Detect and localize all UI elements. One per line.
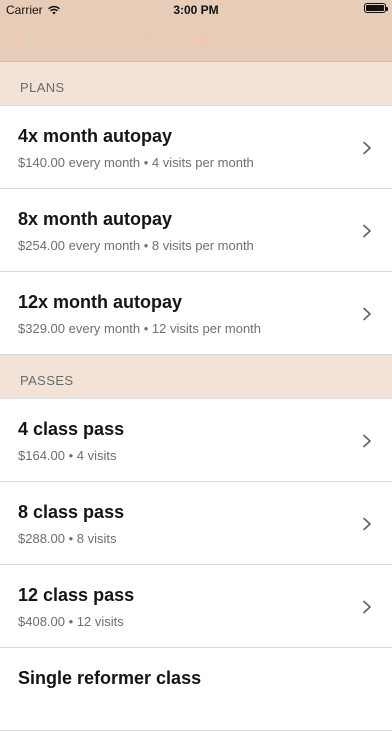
list-item[interactable]: 12x month autopay $329.00 every month • … <box>0 272 392 355</box>
item-subtitle: $140.00 every month • 4 visits per month <box>18 155 254 170</box>
list-item[interactable]: 4x month autopay $140.00 every month • 4… <box>0 106 392 189</box>
battery-icon <box>364 3 388 13</box>
item-title: 8 class pass <box>18 502 125 522</box>
item-subtitle: $329.00 every month • 12 visits per mont… <box>18 321 262 336</box>
battery-fill <box>366 5 384 11</box>
battery-indicator <box>364 3 388 13</box>
section-header-plans: PLANS <box>0 62 392 106</box>
chevron-right-icon <box>363 517 371 531</box>
item-subtitle: $164.00 • 4 visits <box>18 448 117 463</box>
page-title: Select a Plan or Pass <box>120 31 272 48</box>
item-subtitle: $254.00 every month • 8 visits per month <box>18 238 254 253</box>
list-item[interactable]: Single reformer class <box>0 648 392 731</box>
item-title: 12 class pass <box>18 585 135 605</box>
item-subtitle: $288.00 • 8 visits <box>18 531 117 546</box>
navigation-bar: Select a Plan or Pass <box>0 20 392 62</box>
item-subtitle: $408.00 • 12 visits <box>18 614 124 629</box>
plans-list: PLANS 4x month autopay $140.00 every mon… <box>0 62 392 731</box>
chevron-right-icon <box>363 600 371 614</box>
list-item[interactable]: 8x month autopay $254.00 every month • 8… <box>0 189 392 272</box>
chevron-right-icon <box>363 224 371 238</box>
item-title: 8x month autopay <box>18 209 173 229</box>
list-item[interactable]: 8 class pass $288.00 • 8 visits <box>0 482 392 565</box>
chevron-right-icon <box>363 434 371 448</box>
status-bar: Carrier 3:00 PM <box>0 0 392 20</box>
item-title: 12x month autopay <box>18 292 183 312</box>
list-item[interactable]: 12 class pass $408.00 • 12 visits <box>0 565 392 648</box>
list-item[interactable]: 4 class pass $164.00 • 4 visits <box>0 399 392 482</box>
section-header-passes: PASSES <box>0 355 392 399</box>
chevron-right-icon <box>363 141 371 155</box>
item-title: 4x month autopay <box>18 126 173 146</box>
item-title: 4 class pass <box>18 419 125 439</box>
chevron-right-icon <box>363 307 371 321</box>
item-title: Single reformer class <box>18 668 202 688</box>
status-time: 3:00 PM <box>173 3 219 17</box>
